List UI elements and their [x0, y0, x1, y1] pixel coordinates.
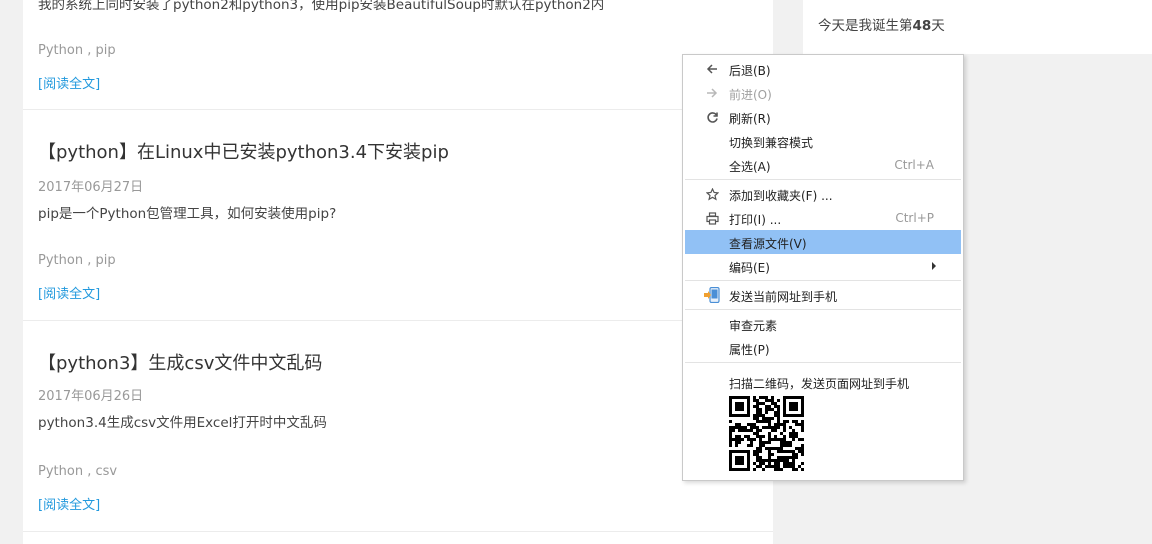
qr-label: 扫描二维码，发送页面网址到手机 — [729, 377, 910, 391]
star-icon — [705, 187, 719, 201]
arrow-left-icon — [705, 62, 719, 76]
post-item: 【python3】生成csv文件中文乱码 2017年06月26日 python3… — [23, 321, 773, 532]
menu-item-send-to-phone[interactable]: 发送当前网址到手机 — [685, 283, 961, 307]
post-tags[interactable]: Python , pip — [38, 43, 116, 58]
menu-item-shortcut: Ctrl+P — [895, 211, 934, 225]
post-tags[interactable]: Python , pip — [38, 253, 116, 268]
send-to-phone-icon — [703, 287, 721, 303]
menu-item-label: 编码(E) — [729, 261, 770, 275]
sidebar-widget: 今天是我诞生第48天 — [803, 0, 1152, 54]
post-title[interactable]: 【python】在Linux中已安装python3.4下安装pip — [38, 138, 449, 164]
menu-item-forward: 前进(O) — [685, 81, 961, 105]
post-item: 【python】在Linux中已安装python3.4下安装pip 2017年0… — [23, 110, 773, 321]
menu-item-view-source[interactable]: 查看源文件(V) — [685, 230, 961, 254]
post-title[interactable]: 【python3】生成csv文件中文乱码 — [38, 349, 322, 375]
birthday-prefix: 今天是我诞生第 — [818, 18, 913, 34]
menu-item-label: 切换到兼容模式 — [729, 136, 814, 150]
menu-item-label: 后退(B) — [729, 64, 771, 78]
post-date: 2017年06月27日 — [38, 180, 144, 195]
read-more-link[interactable]: [阅读全文] — [38, 283, 100, 302]
birthday-counter: 今天是我诞生第48天 — [818, 14, 945, 34]
menu-separator — [685, 309, 961, 310]
post-summary: python3.4生成csv文件用Excel打开时中文乱码 — [38, 415, 327, 431]
post-list: 我的系统上同时安装了python2和python3，使用pip安装Beautif… — [23, 0, 773, 544]
post-date: 2017年06月26日 — [38, 389, 144, 404]
post-summary: 我的系统上同时安装了python2和python3，使用pip安装Beautif… — [38, 0, 605, 13]
submenu-arrow-icon — [932, 262, 936, 270]
arrow-right-icon — [705, 86, 719, 100]
menu-item-label: 刷新(R) — [729, 112, 771, 126]
menu-item-back[interactable]: 后退(B) — [685, 57, 961, 81]
menu-item-label: 添加到收藏夹(F) ... — [729, 189, 833, 203]
menu-item-label: 查看源文件(V) — [729, 237, 807, 251]
printer-icon — [705, 211, 719, 225]
birthday-suffix: 天 — [931, 18, 945, 34]
menu-item-refresh[interactable]: 刷新(R) — [685, 105, 961, 129]
post-item: 我的系统上同时安装了python2和python3，使用pip安装Beautif… — [23, 0, 773, 110]
menu-item-inspect[interactable]: 审查元素 — [685, 312, 961, 336]
read-more-link[interactable]: [阅读全文] — [38, 73, 100, 92]
post-tags[interactable]: Python , csv — [38, 464, 117, 479]
menu-item-label: 打印(I) ... — [729, 213, 782, 227]
menu-item-label: 审查元素 — [729, 319, 778, 333]
menu-separator — [685, 362, 961, 363]
menu-item-shortcut: Ctrl+A — [894, 158, 934, 172]
read-more-link[interactable]: [阅读全文] — [38, 494, 100, 513]
menu-item-add-favorite[interactable]: 添加到收藏夹(F) ... — [685, 182, 961, 206]
menu-item-label: 前进(O) — [729, 88, 772, 102]
menu-separator — [685, 179, 961, 180]
menu-item-compat-mode[interactable]: 切换到兼容模式 — [685, 129, 961, 153]
qr-code-image[interactable] — [729, 396, 804, 471]
menu-item-select-all[interactable]: 全选(A) Ctrl+A — [685, 153, 961, 177]
menu-item-label: 发送当前网址到手机 — [729, 290, 838, 304]
menu-item-encoding[interactable]: 编码(E) — [685, 254, 961, 278]
menu-separator — [685, 280, 961, 281]
birthday-days: 48 — [912, 18, 932, 34]
menu-item-print[interactable]: 打印(I) ... Ctrl+P — [685, 206, 961, 230]
refresh-icon — [705, 110, 719, 124]
context-menu: 后退(B) 前进(O) 刷新(R) 切换到兼容模式 全选(A) Ctrl+A 添… — [682, 54, 964, 481]
post-summary: pip是一个Python包管理工具，如何安装使用pip? — [38, 206, 337, 222]
menu-item-label: 属性(P) — [729, 343, 770, 357]
menu-item-label: 全选(A) — [729, 160, 771, 174]
menu-item-properties[interactable]: 属性(P) — [685, 336, 961, 360]
